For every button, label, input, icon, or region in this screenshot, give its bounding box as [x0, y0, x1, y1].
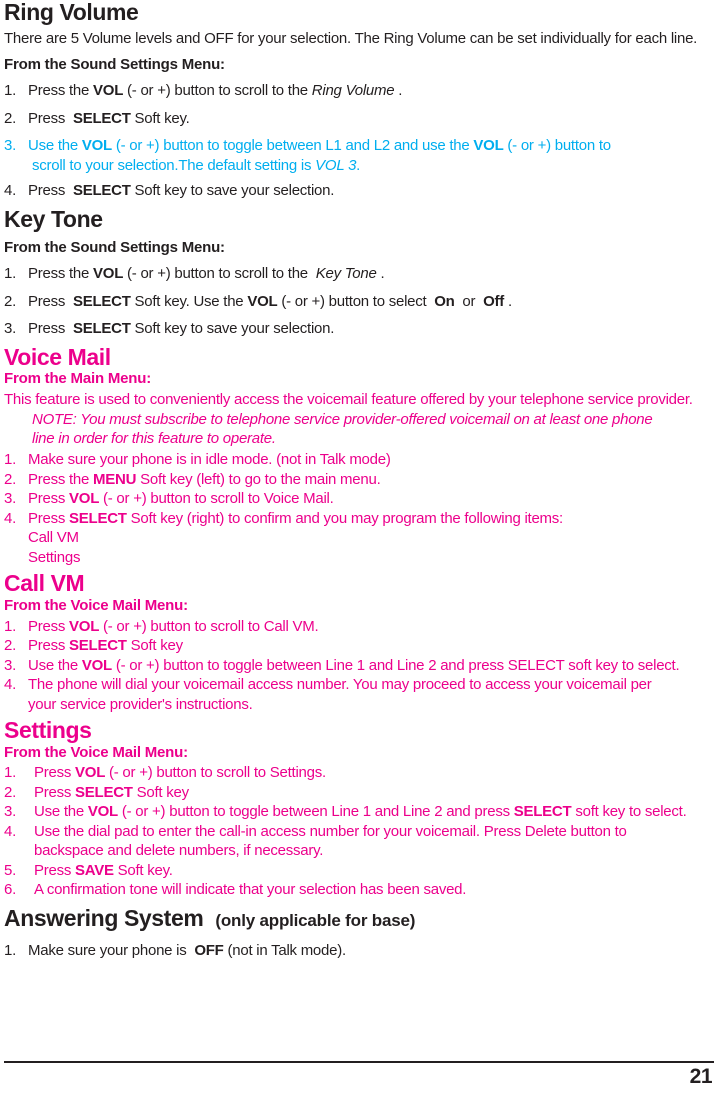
list-item: 1. Make sure your phone is in idle mode.… — [4, 450, 714, 470]
list-text: Press SELECT Soft key. — [28, 109, 190, 127]
ring-volume-intro: There are 5 Volume levels and OFF for yo… — [4, 29, 698, 47]
list-text: Make sure your phone is in idle mode. (n… — [28, 451, 391, 469]
list-item: 2. Press the MENU Soft key (left) to go … — [4, 470, 714, 490]
section-heading-voice-mail: Voice Mail — [4, 343, 111, 370]
ring-volume-steps: 1. Press the VOL (- or +) button to scro… — [4, 81, 714, 201]
key-tone-steps: 1. Press the VOL (- or +) button to scro… — [4, 264, 714, 339]
list-item: 3. Use the VOL (- or +) button to toggle… — [4, 656, 714, 676]
list-text: Press VOL (- or +) button to scroll to S… — [34, 764, 326, 782]
page-footer: 21 — [4, 1061, 714, 1089]
list-text: Use the VOL (- or +) button to toggle be… — [28, 656, 680, 674]
list-number: 2. — [4, 470, 17, 488]
list-item: 6. A confirmation tone will indicate tha… — [4, 880, 714, 900]
list-text: Press SELECT Soft key — [28, 637, 183, 655]
call-vm-steps: 1. Press VOL (- or +) button to scroll t… — [4, 617, 714, 715]
list-number: 6. — [4, 881, 17, 899]
list-text: Press SELECT Soft key. Use the VOL (- or… — [28, 292, 512, 310]
voice-mail-intro: This feature is used to conveniently acc… — [4, 390, 693, 408]
list-number: 1. — [4, 265, 17, 283]
list-text: Press SELECT Soft key — [34, 783, 189, 801]
list-number: 2. — [4, 637, 17, 655]
section-heading-key-tone: Key Tone — [4, 205, 103, 232]
list-item: 1. Press the VOL (- or +) button to scro… — [4, 264, 714, 284]
list-text: Press SELECT Soft key to save your selec… — [28, 182, 335, 200]
list-text: Use the VOL (- or +) button to toggle be… — [28, 137, 611, 155]
list-item: 4. Use the dial pad to enter the call-in… — [4, 822, 714, 842]
list-number: 2. — [4, 292, 17, 310]
list-number: 1. — [4, 617, 17, 635]
voice-mail-note-line-2: line in order for this feature to operat… — [32, 430, 276, 448]
list-text-continuation: scroll to your selection.The default set… — [32, 156, 361, 174]
list-text: A confirmation tone will indicate that y… — [34, 881, 467, 899]
list-item: 4. The phone will dial your voicemail ac… — [4, 675, 714, 695]
voice-mail-steps: 1. Make sure your phone is in idle mode.… — [4, 450, 714, 567]
answering-system-title: Answering System — [4, 904, 204, 931]
manual-page: Ring Volume There are 5 Volume levels an… — [0, 0, 718, 1095]
ring-volume-menu-heading: From the Sound Settings Menu: — [4, 55, 225, 73]
list-item: 4. Press SELECT Soft key (right) to conf… — [4, 509, 714, 529]
program-item: Call VM — [28, 529, 79, 547]
list-item: 1. Press VOL (- or +) button to scroll t… — [4, 617, 714, 637]
list-number: 4. — [4, 509, 17, 527]
list-item: 5. Press SAVE Soft key. — [4, 861, 714, 881]
list-number: 2. — [4, 109, 17, 127]
list-text: The phone will dial your voicemail acces… — [28, 676, 652, 694]
list-item: 2. Press SELECT Soft key. — [4, 109, 714, 129]
list-item: 3. Use the VOL (- or +) button to toggle… — [4, 136, 714, 156]
program-item: Settings — [28, 548, 81, 566]
list-text: Press the VOL (- or +) button to scroll … — [28, 82, 403, 100]
list-item: 2. Press SELECT Soft key. Use the VOL (-… — [4, 292, 714, 312]
list-text: Use the dial pad to enter the call-in ac… — [34, 822, 627, 840]
list-item: 2. Press SELECT Soft key — [4, 636, 714, 656]
list-number: 3. — [4, 803, 17, 821]
list-number: 4. — [4, 182, 17, 200]
list-text: Press SAVE Soft key. — [34, 861, 173, 879]
list-item: 2. Press SELECT Soft key — [4, 783, 714, 803]
list-item: 3. Press SELECT Soft key to save your se… — [4, 319, 714, 339]
list-text: Make sure your phone is OFF (not in Talk… — [28, 941, 346, 959]
list-text: Press SELECT Soft key (right) to confirm… — [28, 509, 563, 527]
section-heading-ring-volume: Ring Volume — [4, 0, 139, 25]
list-item: 1. Make sure your phone is OFF (not in T… — [4, 941, 714, 961]
settings-steps: 1. Press VOL (- or +) button to scroll t… — [4, 763, 714, 900]
list-text: Press the VOL (- or +) button to scroll … — [28, 265, 385, 283]
list-item: 3. Press VOL (- or +) button to scroll t… — [4, 489, 714, 509]
list-text-continuation: your service provider's instructions. — [28, 695, 253, 713]
list-number: 5. — [4, 861, 17, 879]
list-number: 3. — [4, 490, 17, 508]
list-text: Press VOL (- or +) button to scroll to C… — [28, 617, 319, 635]
section-heading-settings: Settings — [4, 717, 92, 744]
list-text: Use the VOL (- or +) button to toggle be… — [34, 803, 687, 821]
list-number: 3. — [4, 320, 17, 338]
page-number: 21 — [689, 1065, 713, 1088]
voice-mail-menu-heading: From the Main Menu: — [4, 370, 152, 388]
list-number: 3. — [4, 656, 17, 674]
list-text: Press VOL (- or +) button to scroll to V… — [28, 490, 334, 508]
list-number: 1. — [4, 82, 17, 100]
list-number: 4. — [4, 676, 17, 694]
list-text: Press the MENU Soft key (left) to go to … — [28, 470, 381, 488]
settings-menu-heading: From the Voice Mail Menu: — [4, 743, 188, 761]
list-number: 1. — [4, 451, 17, 469]
call-vm-menu-heading: From the Voice Mail Menu: — [4, 597, 188, 615]
list-item: 1. Press VOL (- or +) button to scroll t… — [4, 763, 714, 783]
list-number: 4. — [4, 822, 17, 840]
list-number: 1. — [4, 941, 17, 959]
section-heading-call-vm: Call VM — [4, 570, 85, 597]
list-number: 1. — [4, 764, 17, 782]
list-number: 2. — [4, 783, 17, 801]
list-number: 3. — [4, 137, 17, 155]
list-item: 4. Press SELECT Soft key to save your se… — [4, 181, 714, 201]
list-item: 1. Press the VOL (- or +) button to scro… — [4, 81, 714, 101]
list-item: 3. Use the VOL (- or +) button to toggle… — [4, 802, 714, 822]
list-text-continuation: backspace and delete numbers, if necessa… — [34, 842, 324, 860]
key-tone-menu-heading: From the Sound Settings Menu: — [4, 238, 225, 256]
voice-mail-note-line-1: NOTE: You must subscribe to telephone se… — [32, 410, 653, 428]
answering-system-steps: 1. Make sure your phone is OFF (not in T… — [4, 941, 714, 961]
answering-system-subtitle: (only applicable for base) — [215, 910, 416, 930]
list-text: Press SELECT Soft key to save your selec… — [28, 320, 335, 338]
section-heading-answering-system: Answering System (only applicable for ba… — [4, 904, 714, 931]
